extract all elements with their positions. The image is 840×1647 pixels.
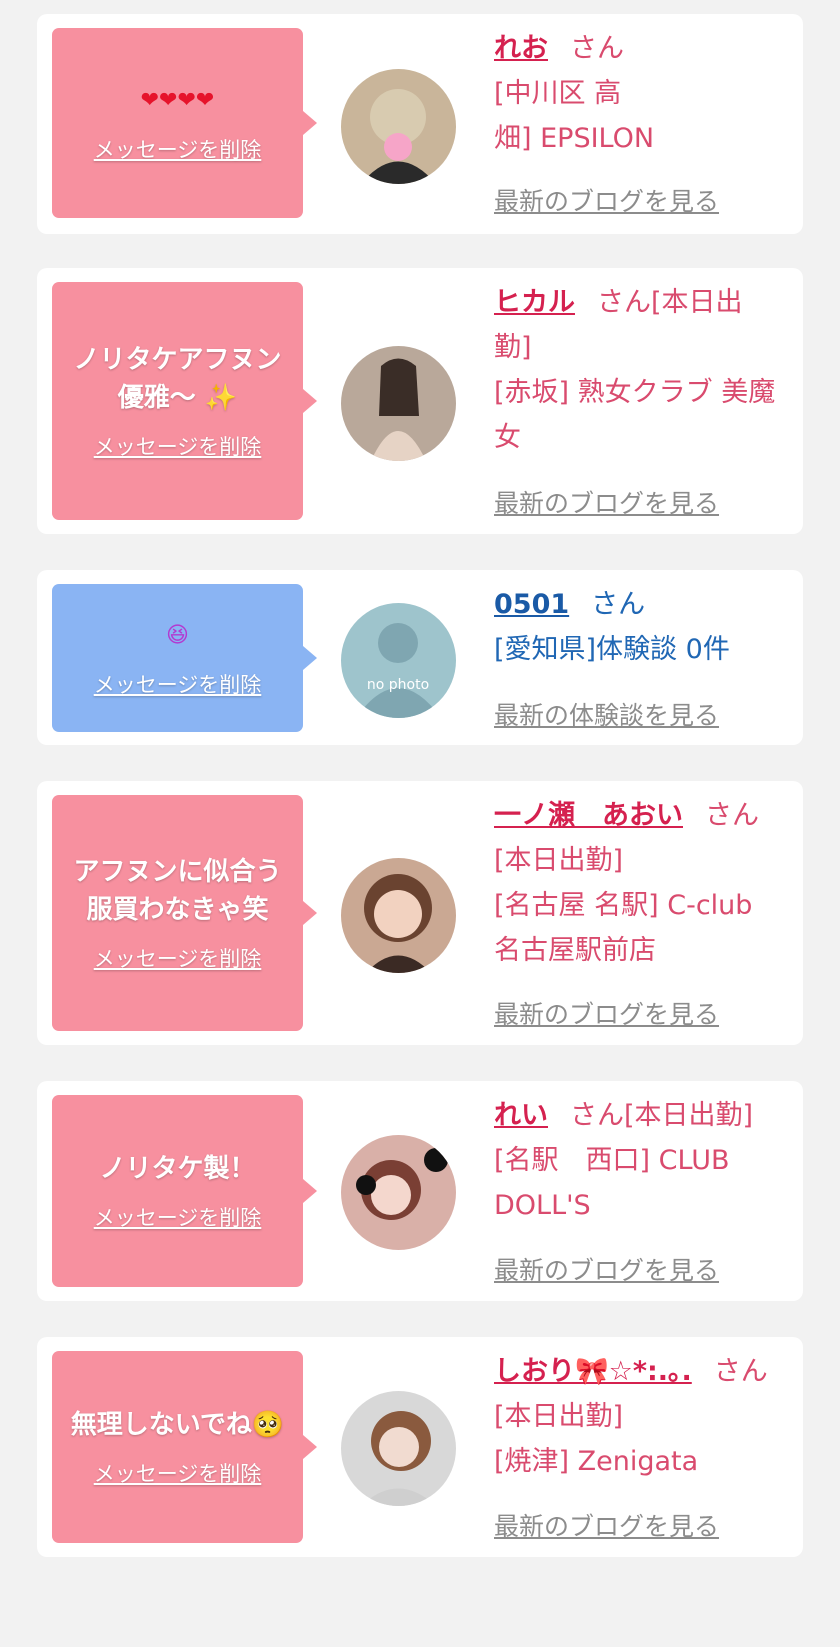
user-info: 一ノ瀬 あおい さん [本日出勤] [名古屋 名駅] C-club 名古屋駅前店 (494, 793, 794, 973)
avatar[interactable] (341, 858, 456, 973)
honorific: さん (705, 800, 759, 831)
delete-message-link[interactable]: メッセージを削除 (94, 134, 262, 164)
message-bubble: ❤❤❤❤ メッセージを削除 (52, 28, 317, 218)
user-name-link[interactable]: しおり🎀☆*:.｡. (494, 1356, 692, 1387)
message-bubble: 無理しないでね🥺 メッセージを削除 (52, 1351, 317, 1543)
delete-message-link[interactable]: メッセージを削除 (94, 1458, 262, 1488)
message-text: ノリタケアフヌン 優雅〜 ✨ (73, 345, 282, 413)
latest-blog-link[interactable]: 最新のブログを見る (494, 484, 719, 520)
detail-line: [本日出勤] (494, 845, 624, 876)
message-text: アフヌンに似合う 服買わなきゃ笑 (73, 857, 282, 925)
delete-message-link[interactable]: メッセージを削除 (94, 943, 262, 973)
message-text: 😆 (166, 623, 189, 648)
message-card: アフヌンに似合う 服買わなきゃ笑 メッセージを削除 一ノ瀬 あおい さん [本日出… (37, 781, 803, 1045)
latest-blog-link[interactable]: 最新のブログを見る (494, 995, 719, 1031)
latest-review-link[interactable]: 最新の体験談を見る (494, 696, 719, 732)
detail-line: 勤] (494, 332, 532, 363)
message-bubble: ノリタケアフヌン 優雅〜 ✨ メッセージを削除 (52, 282, 317, 520)
message-card: ノリタケアフヌン 優雅〜 ✨ メッセージを削除 ヒカル さん[本日出 勤] [赤坂… (37, 268, 803, 534)
message-card: 😆 メッセージを削除 no photo 0501 さん [愛知県]体験談 0件 最… (37, 570, 803, 745)
avatar-no-photo[interactable]: no photo (341, 603, 456, 718)
avatar[interactable] (341, 1391, 456, 1506)
user-info: しおり🎀☆*:.｡. さん [本日出勤] [焼津] Zenigata (494, 1349, 794, 1484)
detail-line: [中川区 高 (494, 78, 622, 109)
user-name-link[interactable]: 0501 (494, 589, 569, 620)
delete-message-link[interactable]: メッセージを削除 (94, 431, 262, 461)
latest-blog-link[interactable]: 最新のブログを見る (494, 182, 719, 218)
honorific: さん (713, 1356, 768, 1387)
latest-blog-link[interactable]: 最新のブログを見る (494, 1507, 719, 1543)
message-card: ノリタケ製！ メッセージを削除 れい さん[本日出勤] [名駅 西口] CLUB … (37, 1081, 803, 1301)
detail-line: 畑] EPSILON (494, 123, 655, 154)
honorific: さん[本日出勤] (570, 1100, 754, 1131)
avatar[interactable] (341, 1135, 456, 1250)
delete-message-link[interactable]: メッセージを削除 (94, 669, 262, 699)
message-bubble: アフヌンに似合う 服買わなきゃ笑 メッセージを削除 (52, 795, 317, 1031)
avatar[interactable] (341, 69, 456, 184)
honorific: さん[本日出 (597, 287, 743, 318)
message-text: ノリタケ製！ (99, 1154, 256, 1184)
message-card: ❤❤❤❤ メッセージを削除 れお さん [中川区 高 畑] EPSILON 最新の… (37, 14, 803, 234)
user-name-link[interactable]: 一ノ瀬 あおい (494, 800, 683, 831)
honorific: さん (570, 33, 624, 64)
delete-message-link[interactable]: メッセージを削除 (94, 1202, 262, 1232)
user-name-link[interactable]: れお (494, 33, 548, 64)
user-info: れお さん [中川区 高 畑] EPSILON (494, 26, 794, 161)
detail-line: [名古屋 名駅] C-club (494, 890, 753, 921)
message-card: 無理しないでね🥺 メッセージを削除 しおり🎀☆*:.｡. さん [本日出勤] [焼… (37, 1337, 803, 1557)
user-info: 0501 さん [愛知県]体験談 0件 (494, 582, 794, 672)
detail-line: [本日出勤] (494, 1401, 624, 1432)
no-photo-label: no photo (367, 677, 429, 693)
honorific: さん (591, 589, 646, 620)
user-name-link[interactable]: ヒカル (494, 287, 575, 318)
user-info: れい さん[本日出勤] [名駅 西口] CLUB DOLL'S (494, 1093, 794, 1228)
avatar[interactable] (341, 346, 456, 461)
user-name-link[interactable]: れい (494, 1100, 548, 1131)
detail-line: [愛知県]体験談 0件 (494, 634, 730, 665)
detail-line: 名古屋駅前店 (494, 935, 656, 966)
detail-line: [焼津] Zenigata (494, 1446, 699, 1477)
message-text: ❤❤❤❤ (140, 88, 215, 113)
latest-blog-link[interactable]: 最新のブログを見る (494, 1251, 719, 1287)
detail-line: 女 (494, 422, 521, 453)
detail-line: DOLL'S (494, 1190, 591, 1221)
user-info: ヒカル さん[本日出 勤] [赤坂] 熟女クラブ 美魔 女 (494, 280, 794, 460)
message-bubble: ノリタケ製！ メッセージを削除 (52, 1095, 317, 1287)
detail-line: [名駅 西口] CLUB (494, 1145, 730, 1176)
detail-line: [赤坂] 熟女クラブ 美魔 (494, 377, 776, 408)
message-bubble: 😆 メッセージを削除 (52, 584, 317, 732)
message-text: 無理しないでね🥺 (70, 1410, 285, 1440)
